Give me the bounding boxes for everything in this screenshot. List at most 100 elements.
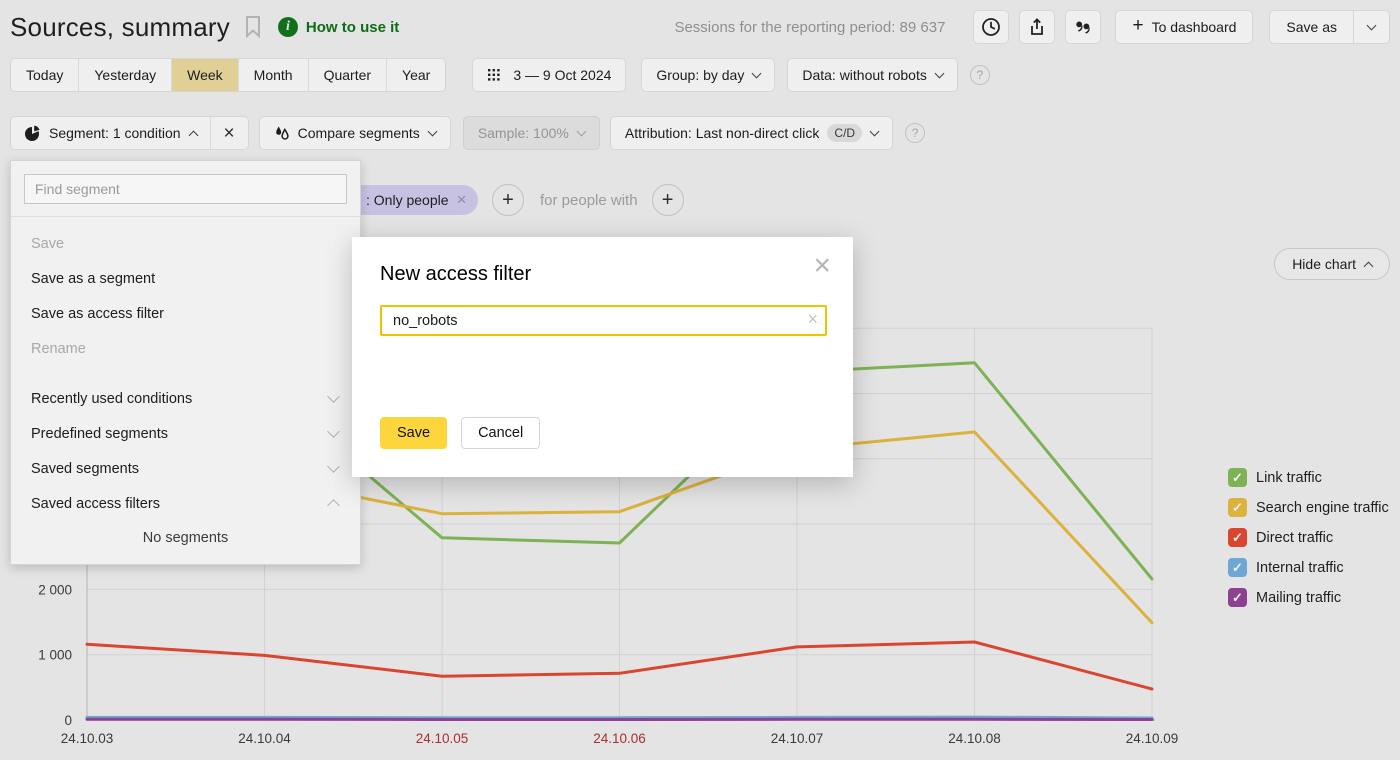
save-as-button[interactable]: Save as — [1270, 11, 1353, 43]
tab-today[interactable]: Today — [11, 59, 78, 91]
x-axis-tick-label: 24.10.08 — [948, 731, 1001, 746]
filter-name-input[interactable] — [380, 305, 827, 336]
section-label: Saved access filters — [31, 496, 160, 512]
quotes-icon — [1073, 17, 1093, 37]
legend-item: ✓ Internal traffic — [1228, 558, 1389, 577]
group-by-label: Group: by day — [656, 67, 744, 83]
chevron-up-icon — [327, 499, 340, 512]
chevron-up-icon — [188, 130, 198, 140]
export-icon — [1027, 17, 1047, 37]
sessions-summary: Sessions for the reporting period: 89 63… — [674, 19, 945, 36]
sample-dropdown[interactable]: Sample: 100% — [463, 116, 600, 150]
dialog-close-icon[interactable]: × — [813, 249, 831, 283]
tab-month[interactable]: Month — [238, 59, 308, 91]
segment-clear-button[interactable]: × — [210, 117, 248, 149]
attribution-badge: C/D — [827, 124, 862, 142]
menu-item-save[interactable]: Save — [11, 226, 360, 261]
legend-checkbox-internal-traffic[interactable]: ✓ — [1228, 558, 1247, 577]
x-axis-tick-label: 24.10.07 — [771, 731, 824, 746]
clock-icon — [981, 17, 1001, 37]
legend-checkbox-search-engine-traffic[interactable]: ✓ — [1228, 498, 1247, 517]
legend-checkbox-link-traffic[interactable]: ✓ — [1228, 468, 1247, 487]
comments-button[interactable] — [1065, 10, 1101, 44]
legend-item: ✓ Direct traffic — [1228, 528, 1389, 547]
chevron-down-icon — [327, 460, 340, 473]
legend-label: Direct traffic — [1256, 530, 1333, 546]
segment-dropdown-button[interactable]: Segment: 1 condition — [11, 117, 210, 149]
chevron-down-icon — [576, 126, 586, 136]
chevron-down-icon — [1367, 20, 1377, 30]
segment-dropdown-panel: Save Save as a segment Save as access fi… — [10, 160, 361, 565]
tab-year[interactable]: Year — [386, 59, 445, 91]
x-axis-tick-label: 24.10.04 — [238, 731, 291, 746]
page-title: Sources, summary — [10, 12, 230, 43]
y-axis-tick-label: 2 000 — [38, 582, 72, 597]
tab-quarter[interactable]: Quarter — [308, 59, 386, 91]
legend-checkbox-direct-traffic[interactable]: ✓ — [1228, 528, 1247, 547]
group-by-dropdown[interactable]: Group: by day — [641, 58, 775, 92]
chevron-down-icon — [327, 390, 340, 403]
legend-item: ✓ Search engine traffic — [1228, 498, 1389, 517]
section-saved-segments[interactable]: Saved segments — [11, 451, 360, 486]
chevron-up-icon — [1364, 261, 1374, 271]
pie-segment-icon — [24, 125, 41, 142]
chart-legend: ✓ Link traffic ✓ Search engine traffic ✓… — [1228, 468, 1389, 618]
dialog-title: New access filter — [380, 263, 531, 286]
save-button[interactable]: Save — [380, 417, 447, 449]
bookmark-icon[interactable] — [244, 15, 262, 39]
add-condition-button[interactable]: + — [492, 184, 524, 216]
how-to-use-link[interactable]: i How to use it — [278, 17, 399, 37]
find-segment-input[interactable] — [24, 174, 347, 204]
header-row: Sources, summary i How to use it Session… — [10, 8, 1390, 46]
save-as-label: Save as — [1286, 19, 1337, 35]
save-as-menu-button[interactable] — [1353, 11, 1389, 43]
menu-item-rename[interactable]: Rename — [11, 331, 360, 366]
close-icon: × — [224, 124, 235, 143]
chevron-down-icon — [427, 126, 437, 136]
export-button[interactable] — [1019, 10, 1055, 44]
tab-week[interactable]: Week — [171, 59, 238, 91]
compare-segments-label: Compare segments — [298, 125, 420, 141]
clear-input-icon[interactable]: × — [807, 309, 818, 330]
hide-chart-button[interactable]: Hide chart — [1274, 248, 1390, 280]
attribution-dropdown[interactable]: Attribution: Last non-direct click C/D — [610, 116, 893, 150]
period-toolbar: Today Yesterday Week Month Quarter Year … — [10, 58, 990, 92]
section-label: Predefined segments — [31, 426, 168, 442]
attribution-label: Attribution: Last non-direct click — [625, 125, 820, 141]
to-dashboard-button[interactable]: + To dashboard — [1115, 10, 1253, 44]
how-to-use-label: How to use it — [306, 19, 399, 36]
segment-menu-sections: Recently used conditions Predefined segm… — [11, 381, 360, 546]
segment-pill-label: : Only people — [366, 192, 449, 208]
y-axis-tick-label: 0 — [64, 713, 72, 728]
x-axis-tick-label: 24.10.05 — [416, 731, 469, 746]
tab-yesterday[interactable]: Yesterday — [78, 59, 171, 91]
section-label: Recently used conditions — [31, 391, 192, 407]
chevron-down-icon — [327, 425, 340, 438]
add-people-condition-button[interactable]: + — [652, 184, 684, 216]
segment-toolbar: Segment: 1 condition × Compare segments … — [10, 116, 925, 150]
section-saved-access-filters[interactable]: Saved access filters — [11, 486, 360, 521]
section-predefined-segments[interactable]: Predefined segments — [11, 416, 360, 451]
to-dashboard-label: To dashboard — [1152, 19, 1237, 35]
sample-label: Sample: 100% — [478, 125, 569, 141]
cancel-button[interactable]: Cancel — [461, 417, 540, 449]
data-mode-dropdown[interactable]: Data: without robots — [787, 58, 958, 92]
remove-condition-icon[interactable]: × — [457, 190, 467, 210]
help-icon[interactable]: ? — [905, 123, 925, 143]
save-as-split-button: Save as — [1269, 10, 1390, 44]
date-range-button[interactable]: 3 — 9 Oct 2024 — [472, 58, 626, 92]
legend-label: Search engine traffic — [1256, 500, 1389, 516]
for-people-with-label: for people with — [540, 192, 638, 209]
history-button[interactable] — [973, 10, 1009, 44]
info-icon: i — [278, 17, 298, 37]
chevron-down-icon — [870, 126, 880, 136]
section-recently-used-conditions[interactable]: Recently used conditions — [11, 381, 360, 416]
x-axis-tick-label: 24.10.03 — [61, 731, 114, 746]
compare-segments-dropdown[interactable]: Compare segments — [259, 116, 451, 150]
x-axis-tick-label: 24.10.06 — [593, 731, 646, 746]
menu-item-save-as-segment[interactable]: Save as a segment — [11, 261, 360, 296]
help-icon[interactable]: ? — [970, 65, 990, 85]
drops-icon — [274, 125, 290, 142]
legend-checkbox-mailing-traffic[interactable]: ✓ — [1228, 588, 1247, 607]
menu-item-save-as-access-filter[interactable]: Save as access filter — [11, 296, 360, 331]
